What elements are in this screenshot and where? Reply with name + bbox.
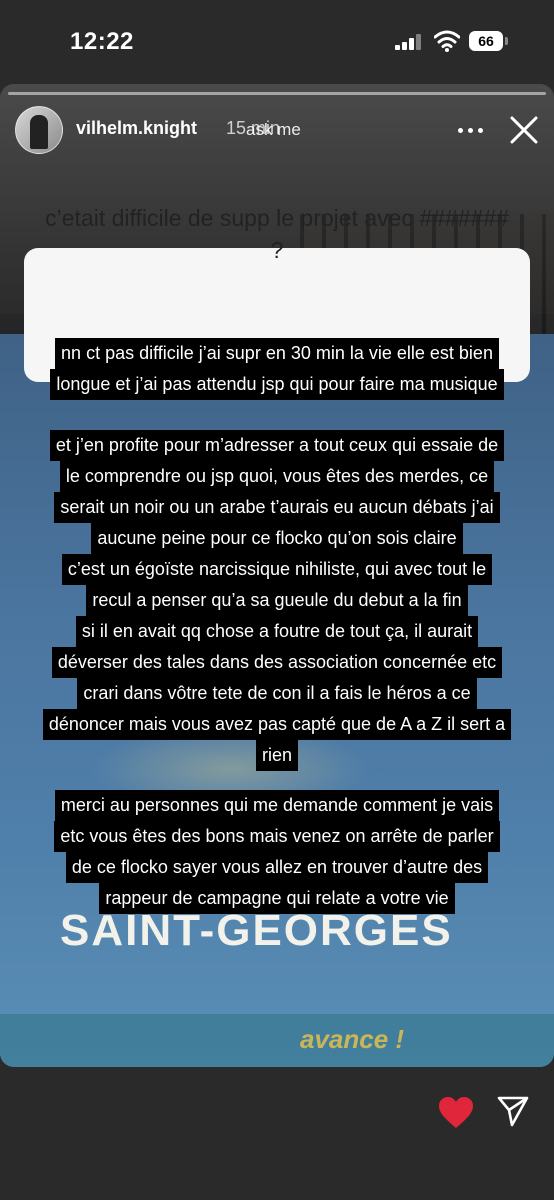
battery-tip <box>505 37 508 45</box>
text-line: déverser des tales dans des association … <box>51 647 503 678</box>
text-line: aucune peine pour ce flocko qu’on sois c… <box>91 523 463 554</box>
question-text: c’etait difficile de supp le projet avec… <box>45 205 509 263</box>
text-line: recul a penser qu’a sa gueule du debut a… <box>86 585 468 616</box>
story-username[interactable]: vilhelm.knight <box>76 118 197 139</box>
text-line: longue et j’ai pas attendu jsp qui pour … <box>50 369 504 400</box>
avatar[interactable] <box>15 106 63 154</box>
ask-me-sticker-label: ask me <box>246 120 301 139</box>
avatar-figure <box>30 115 48 149</box>
heart-icon[interactable] <box>438 1096 474 1130</box>
status-time: 12:22 <box>70 28 134 55</box>
text-block-2: et j’en profite pour m’adresser a tout c… <box>0 430 554 771</box>
text-line: rien <box>255 740 298 771</box>
text-line: le comprendre ou jsp quoi, vous êtes des… <box>59 461 495 492</box>
text-line: si il en avait qq chose a foutre de tout… <box>75 616 479 647</box>
text-line: serait un noir ou un arabe t’aurais eu a… <box>54 492 500 523</box>
text-block-1: nn ct pas difficile j’ai supr en 30 min … <box>0 338 554 400</box>
text-line: nn ct pas difficile j’ai supr en 30 min … <box>55 338 499 369</box>
story-view[interactable]: SAINT-GEORGES avance ! vilhelm.knight 15… <box>0 84 554 1067</box>
send-icon[interactable] <box>496 1094 530 1128</box>
text-line: crari dans vôtre tete de con il a fais l… <box>77 678 477 709</box>
text-line: de ce flocko sayer vous allez en trouver… <box>65 852 489 883</box>
banner-strip <box>0 1014 554 1067</box>
banner-text-script: avance ! <box>300 1024 405 1054</box>
text-line: rappeur de campagne qui relate a votre v… <box>99 883 455 914</box>
close-icon[interactable] <box>506 112 542 148</box>
text-line: merci au personnes qui me demande commen… <box>54 790 500 821</box>
more-options-icon[interactable] <box>456 118 486 142</box>
status-bar: 12:22 66 <box>0 0 554 84</box>
text-block-3: merci au personnes qui me demande commen… <box>0 790 554 914</box>
text-line: dénoncer mais vous avez pas capté que de… <box>42 709 512 740</box>
story-footer <box>0 1067 554 1200</box>
battery-icon: 66 <box>469 31 503 51</box>
wifi-icon <box>434 30 460 52</box>
text-line: etc vous êtes des bons mais venez on arr… <box>54 821 500 852</box>
cellular-signal-icon <box>395 34 423 50</box>
story-progress-bar <box>8 92 546 95</box>
text-line: c’est un égoïste narcissique nihiliste, … <box>61 554 493 585</box>
text-line: et j’en profite pour m’adresser a tout c… <box>49 430 505 461</box>
